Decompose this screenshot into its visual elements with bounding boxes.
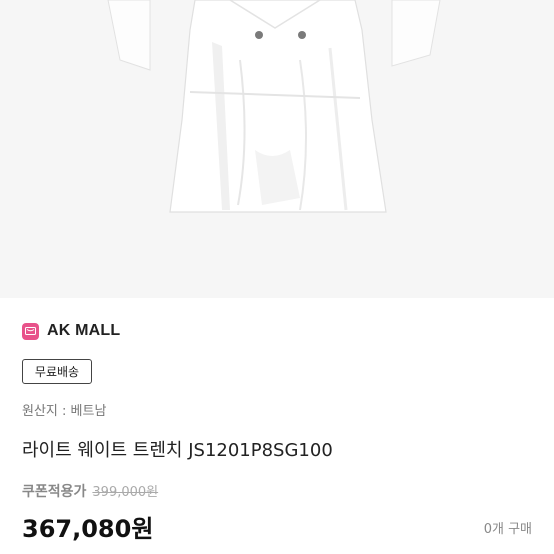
brand-row[interactable]: AK MALL xyxy=(22,320,120,342)
trench-coat-image xyxy=(107,0,441,213)
origin-text: 원산지 : 베트남 xyxy=(22,404,107,419)
product-image[interactable] xyxy=(0,0,554,298)
purchase-count: 0개 구매 xyxy=(483,522,532,537)
sale-price: 367,080원 xyxy=(22,515,154,543)
product-title: 라이트 웨이트 트렌치 JS1201P8SG100 xyxy=(22,440,333,461)
original-price: 399,000원 xyxy=(92,485,159,500)
coupon-label: 쿠폰적용가 xyxy=(22,484,87,500)
free-shipping-badge: 무료배송 xyxy=(22,359,92,384)
brand-logo-icon xyxy=(22,322,39,340)
coupon-price-row: 쿠폰적용가 399,000원 xyxy=(22,481,158,501)
brand-name: AK MALL xyxy=(47,322,121,339)
